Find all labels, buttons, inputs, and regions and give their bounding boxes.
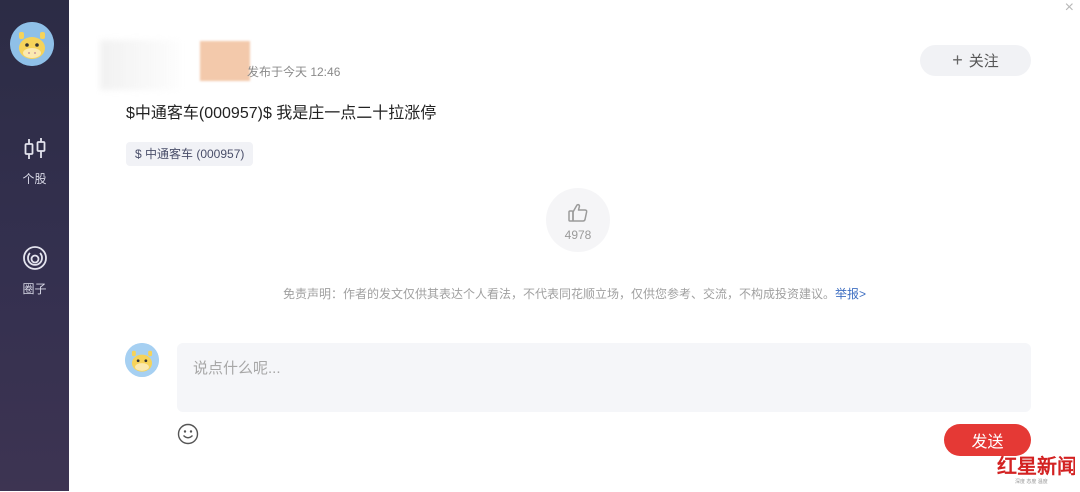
watermark-logo: 红星新闻 深度 态度 温度 xyxy=(995,453,1077,487)
disclaimer-text: 免责声明：作者的发文仅供其表达个人看法，不代表同花顺立场，仅供您参考、交流，不构… xyxy=(282,287,835,301)
follow-button-label: 关注 xyxy=(968,53,999,70)
comment-input[interactable] xyxy=(177,343,1031,412)
cow-avatar-icon xyxy=(10,22,54,66)
svg-text:红星新闻: 红星新闻 xyxy=(997,454,1075,478)
poster-avatar-blurred[interactable] xyxy=(200,41,250,81)
user-avatar[interactable] xyxy=(10,22,54,66)
post-content: $中通客车(000957)$ 我是庄一点二十拉涨停 xyxy=(126,105,437,122)
post-timestamp: 发布于今天 12:46 xyxy=(247,65,341,79)
follow-button[interactable]: + 关注 xyxy=(920,45,1031,76)
plus-icon: + xyxy=(952,50,963,70)
like-button[interactable]: 4978 xyxy=(546,188,610,252)
like-count: 4978 xyxy=(564,228,592,242)
commenter-avatar xyxy=(125,343,159,377)
send-button[interactable]: 发送 xyxy=(944,424,1031,456)
disclaimer: 免责声明：作者的发文仅供其表达个人看法，不代表同花顺立场，仅供您参考、交流，不构… xyxy=(0,285,1080,302)
cow-avatar-icon xyxy=(125,343,159,377)
stock-tag[interactable]: $ 中通客车 (000957) xyxy=(126,142,254,166)
sidebar-item-stocks[interactable]: 个股 xyxy=(0,136,69,187)
thumbs-up-icon xyxy=(568,203,588,222)
username-blurred xyxy=(100,40,180,90)
red-star-news-logo-icon: 红星新闻 深度 态度 温度 xyxy=(997,454,1077,485)
sidebar-item-label: 个股 xyxy=(22,172,47,186)
emoji-button[interactable] xyxy=(177,423,199,450)
close-icon[interactable]: × xyxy=(1065,0,1074,16)
report-link[interactable]: 举报> xyxy=(835,287,866,301)
svg-text:深度 态度 温度: 深度 态度 温度 xyxy=(1015,478,1048,485)
circle-community-icon xyxy=(22,246,47,270)
sidebar: 个股 圈子 xyxy=(0,0,69,491)
stock-candlestick-icon xyxy=(24,138,45,159)
smiley-icon xyxy=(177,423,199,445)
